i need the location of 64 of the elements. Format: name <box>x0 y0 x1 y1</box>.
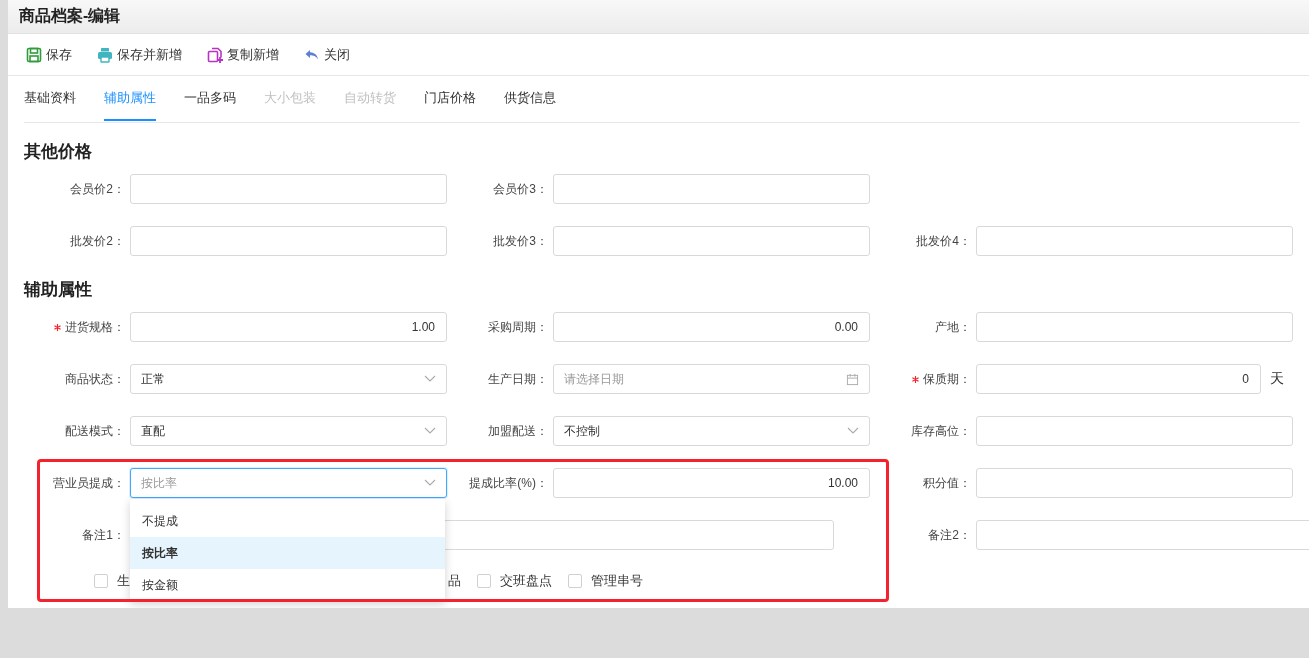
toolbar-button[interactable]: 关闭 <box>302 43 352 66</box>
dropdown-option[interactable]: 按金额 <box>130 569 445 601</box>
input-field[interactable]: 10.00 <box>553 468 870 498</box>
field-label: 批发价4： <box>916 232 971 250</box>
field-label: 采购周期： <box>488 318 548 336</box>
field-label: 会员价2： <box>70 180 125 198</box>
field-label: 商品状态： <box>65 370 125 388</box>
section-heading: 其他价格 <box>24 141 92 163</box>
input-field[interactable] <box>976 468 1293 498</box>
save-icon <box>26 46 42 63</box>
checkbox[interactable] <box>568 574 582 588</box>
field-label: 库存高位： <box>911 422 971 440</box>
select-field[interactable]: 正常 <box>130 364 447 394</box>
checkbox[interactable] <box>94 574 108 588</box>
field-label: 生产日期： <box>488 370 548 388</box>
printer-icon <box>97 46 113 63</box>
checkbox-label: 交班盘点 <box>500 572 552 590</box>
input-field[interactable]: 1.00 <box>130 312 447 342</box>
field-label: 提成比率(%)： <box>469 474 548 492</box>
toolbar-button[interactable]: 保存 <box>24 43 74 66</box>
toolbar-button[interactable]: 保存并新增 <box>95 43 184 66</box>
field-label: 批发价2： <box>70 232 125 250</box>
toolbar-button[interactable]: 复制新增 <box>205 43 281 66</box>
dropdown-option[interactable]: 按比率 <box>130 537 445 569</box>
input-field[interactable]: 0.00 <box>553 312 870 342</box>
input-field[interactable] <box>976 312 1293 342</box>
chevron-icon <box>424 479 436 487</box>
field-label: 配送模式： <box>65 422 125 440</box>
input-field[interactable]: 0 <box>976 364 1261 394</box>
tab[interactable]: 一品多码 <box>184 76 236 121</box>
input-field[interactable] <box>976 416 1293 446</box>
select-field[interactable]: 不控制 <box>553 416 870 446</box>
field-label: 批发价3： <box>493 232 548 250</box>
field-label: 保质期： <box>923 370 971 388</box>
tab[interactable]: 门店价格 <box>424 76 476 121</box>
tab[interactable]: 基础资料 <box>24 76 76 121</box>
dropdown-option[interactable]: 不提成 <box>130 505 445 537</box>
field-label: 营业员提成： <box>53 474 125 492</box>
section-heading: 辅助属性 <box>24 279 92 301</box>
chevron-icon <box>424 427 436 435</box>
checkbox-label: 品 <box>448 572 461 590</box>
chevron-icon <box>424 375 436 383</box>
unit-label: 天 <box>1270 370 1284 388</box>
checkbox[interactable] <box>477 574 491 588</box>
field-label: 会员价3： <box>493 180 548 198</box>
checkbox-label: 管理串号 <box>591 572 643 590</box>
chevron-icon <box>847 427 859 435</box>
tab[interactable]: 供货信息 <box>504 76 556 121</box>
copy-plus-icon <box>207 46 223 63</box>
checkbox-label: 生 <box>117 572 130 590</box>
field-label: 加盟配送： <box>488 422 548 440</box>
input-field[interactable] <box>553 226 870 256</box>
input-field[interactable] <box>976 226 1293 256</box>
field-label: 备注2： <box>928 526 971 544</box>
select-field[interactable]: 直配 <box>130 416 447 446</box>
field-label: 积分值： <box>923 474 971 492</box>
field-label: 产地： <box>935 318 971 336</box>
input-field[interactable] <box>553 174 870 204</box>
field-label: 进货规格： <box>65 318 125 336</box>
calendar-icon <box>846 372 859 386</box>
window-title: 商品档案-编辑 <box>19 6 121 26</box>
input-field[interactable] <box>130 174 447 204</box>
input-field[interactable] <box>130 226 447 256</box>
field-label: 备注1： <box>82 526 125 544</box>
